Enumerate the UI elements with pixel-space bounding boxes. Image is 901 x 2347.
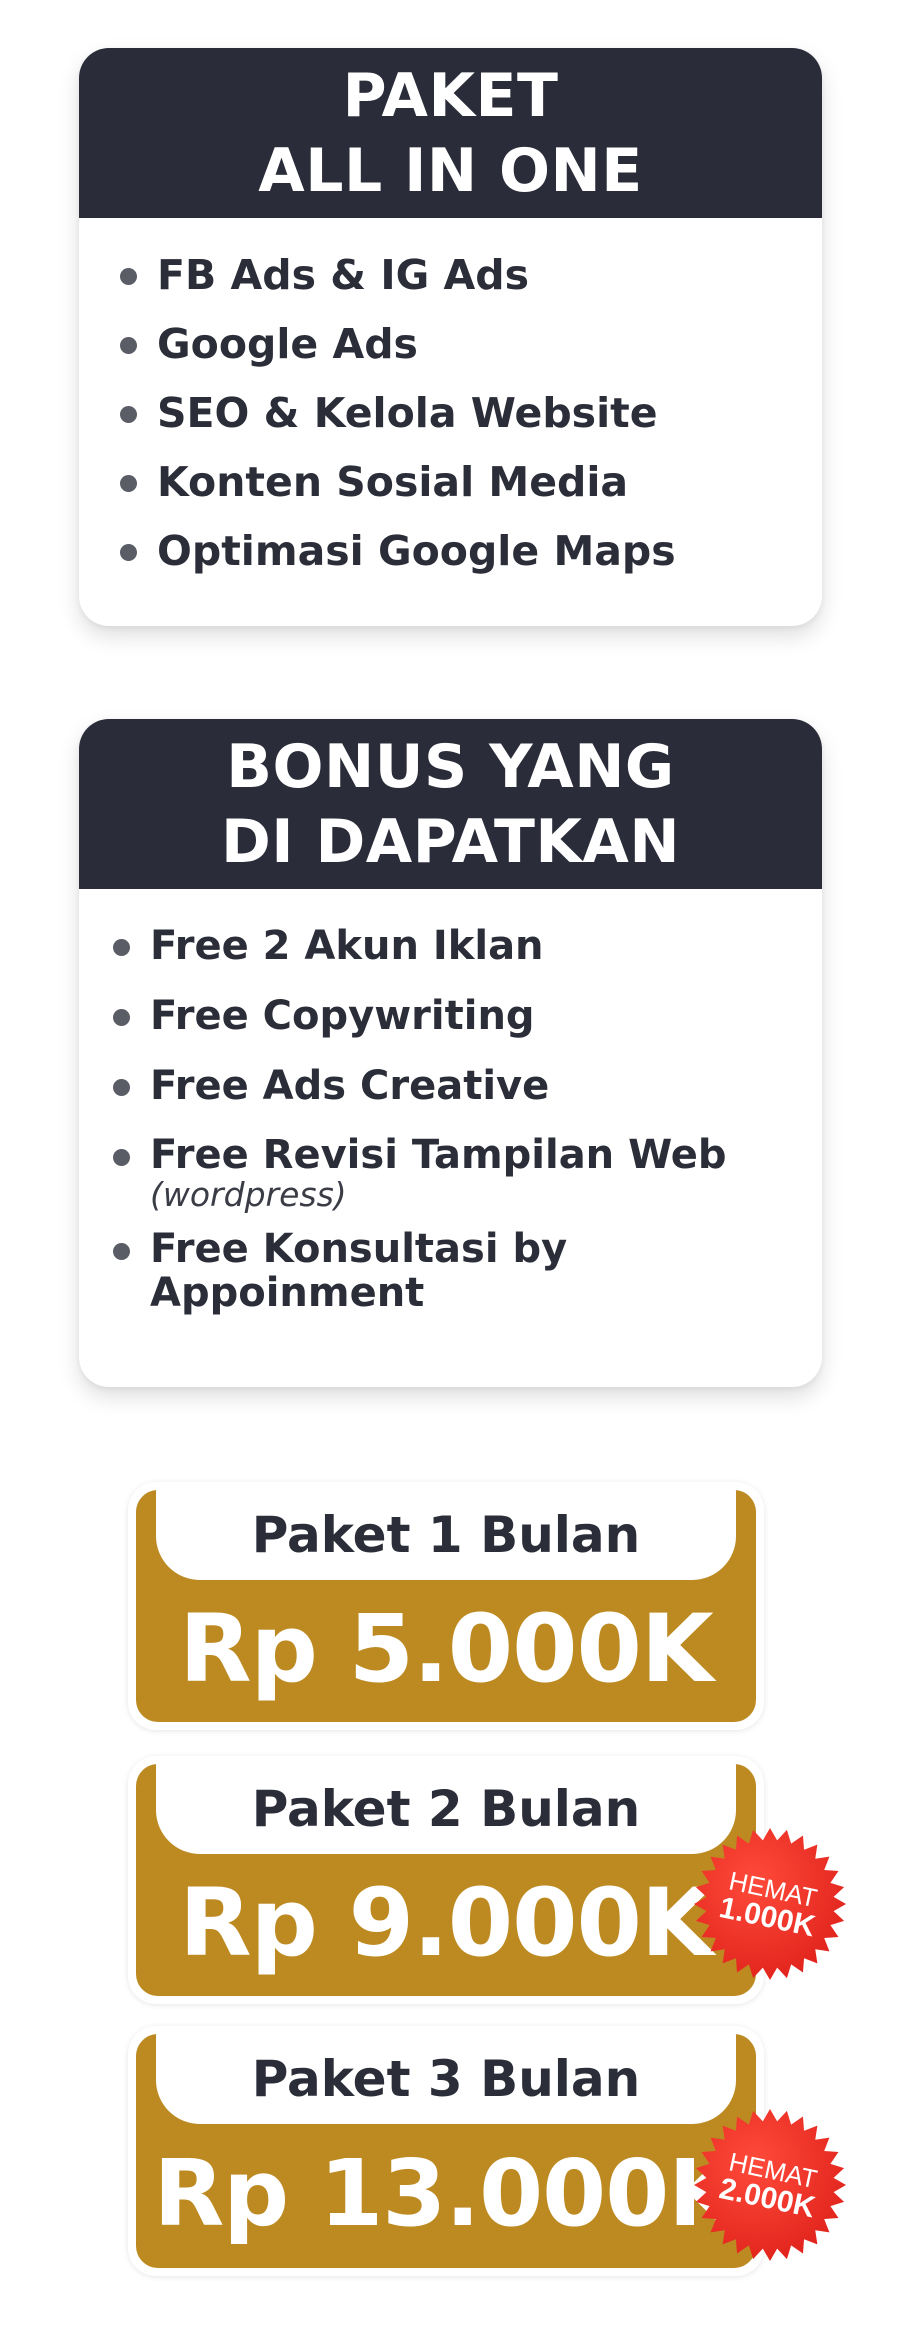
- savings-badge-text: HEMAT 1.000K: [677, 1811, 862, 1996]
- list-item: Free Revisi Tampilan Web (wordpress): [113, 1133, 822, 1213]
- list-item-text: Free Copywriting: [150, 993, 535, 1039]
- price-value: Rp 13.000K: [153, 2140, 739, 2247]
- list-item: Free Konsultasi by Appoinment: [113, 1227, 822, 1315]
- package-title-line1: PAKET: [342, 61, 559, 131]
- price-panel: Paket 3 Bulan Rp 13.000K: [136, 2034, 756, 2268]
- package-card: PAKET ALL IN ONE FB Ads & IG Ads Google …: [79, 48, 822, 626]
- price-option-2-months[interactable]: Paket 2 Bulan Rp 9.000K: [128, 1756, 764, 2004]
- price-label: Paket 3 Bulan: [156, 2034, 736, 2124]
- price-value: Rp 9.000K: [179, 1869, 714, 1978]
- price-panel: Paket 1 Bulan Rp 5.000K: [136, 1490, 756, 1722]
- savings-badge-text: HEMAT 2.000K: [677, 2092, 862, 2277]
- list-item-text: Konten Sosial Media: [157, 458, 629, 506]
- list-item-note: (wordpress): [150, 1175, 347, 1214]
- list-item-text-line1: Free Konsultasi by: [150, 1226, 568, 1272]
- bullet-icon: [113, 1149, 130, 1166]
- package-feature-list: FB Ads & IG Ads Google Ads SEO & Kelola …: [79, 218, 822, 574]
- bonus-card-header: BONUS YANG DI DAPATKAN: [79, 719, 822, 889]
- bullet-icon: [113, 1009, 130, 1026]
- price-value: Rp 5.000K: [179, 1595, 714, 1704]
- list-item-text: Optimasi Google Maps: [157, 527, 676, 575]
- bullet-icon: [120, 268, 137, 285]
- bonus-list: Free 2 Akun Iklan Free Copywriting Free …: [79, 889, 822, 1315]
- bonus-title-line1: BONUS YANG: [226, 732, 675, 802]
- package-card-header: PAKET ALL IN ONE: [79, 48, 822, 218]
- list-item-text: Google Ads: [157, 320, 418, 368]
- list-item: Konten Sosial Media: [120, 459, 822, 505]
- list-item-text: FB Ads & IG Ads: [157, 251, 529, 299]
- bonus-card: BONUS YANG DI DAPATKAN Free 2 Akun Iklan…: [79, 719, 822, 1387]
- list-item: Free Copywriting: [113, 993, 822, 1039]
- list-item: Free Ads Creative: [113, 1063, 822, 1109]
- bullet-icon: [113, 939, 130, 956]
- price-label: Paket 2 Bulan: [156, 1764, 736, 1854]
- bonus-title-line2: DI DAPATKAN: [220, 807, 681, 877]
- price-option-1-month[interactable]: Paket 1 Bulan Rp 5.000K: [128, 1482, 764, 1730]
- list-item-text: Free Ads Creative: [150, 1063, 550, 1109]
- list-item-text: SEO & Kelola Website: [157, 389, 658, 437]
- list-item-text: Free Revisi Tampilan Web: [150, 1132, 727, 1178]
- package-title-line2: ALL IN ONE: [258, 136, 643, 206]
- list-item: SEO & Kelola Website: [120, 390, 822, 436]
- savings-badge: HEMAT 2.000K: [692, 2107, 848, 2263]
- list-item: Google Ads: [120, 321, 822, 367]
- list-item-text-line2: Appoinment: [150, 1270, 425, 1316]
- price-panel: Paket 2 Bulan Rp 9.000K: [136, 1764, 756, 1996]
- bullet-icon: [113, 1243, 130, 1260]
- bullet-icon: [120, 475, 137, 492]
- list-item: Free 2 Akun Iklan: [113, 923, 822, 969]
- list-item: FB Ads & IG Ads: [120, 252, 822, 298]
- bullet-icon: [120, 544, 137, 561]
- savings-badge: HEMAT 1.000K: [692, 1826, 848, 1982]
- list-item: Optimasi Google Maps: [120, 528, 822, 574]
- bullet-icon: [120, 406, 137, 423]
- price-option-3-months[interactable]: Paket 3 Bulan Rp 13.000K: [128, 2026, 764, 2276]
- bullet-icon: [120, 337, 137, 354]
- bullet-icon: [113, 1079, 130, 1096]
- list-item-text: Free 2 Akun Iklan: [150, 923, 544, 969]
- price-label: Paket 1 Bulan: [156, 1490, 736, 1580]
